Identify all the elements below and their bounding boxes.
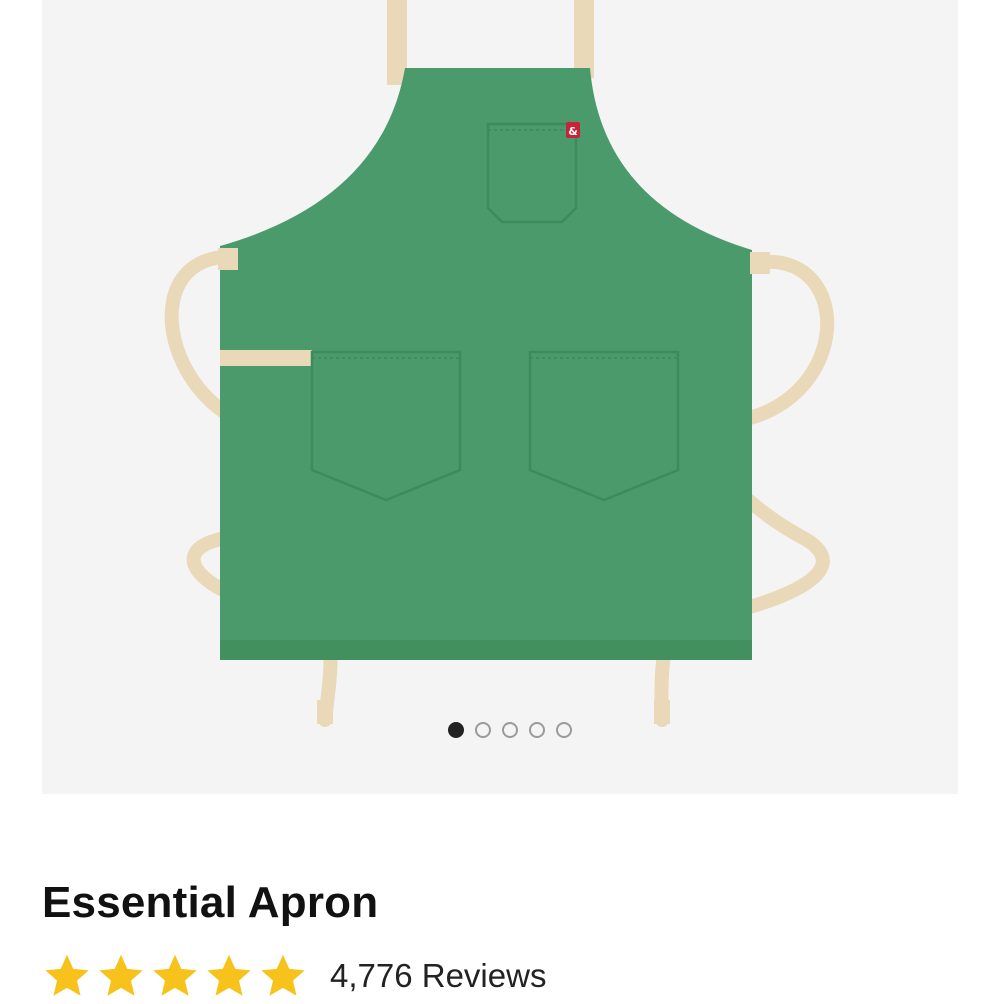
product-title: Essential Apron bbox=[42, 878, 379, 927]
reviews-link[interactable]: 4,776 Reviews bbox=[330, 957, 546, 995]
star-icon bbox=[261, 954, 305, 996]
carousel-pagination bbox=[42, 722, 958, 744]
carousel-dot-2[interactable] bbox=[475, 722, 491, 738]
carousel-dot-5[interactable] bbox=[556, 722, 572, 738]
carousel-dot-1[interactable] bbox=[448, 722, 464, 738]
product-image: & bbox=[164, 0, 835, 727]
star-icon bbox=[99, 954, 143, 996]
star-icon bbox=[153, 954, 197, 996]
product-rating: 4,776 Reviews bbox=[42, 948, 546, 1004]
star-icon bbox=[45, 954, 89, 996]
product-image-gallery[interactable]: & bbox=[42, 0, 958, 794]
ampersand-logo: & bbox=[568, 125, 578, 138]
star-icon bbox=[207, 954, 251, 996]
carousel-dot-4[interactable] bbox=[529, 722, 545, 738]
star-rating bbox=[42, 951, 308, 1001]
carousel-dot-3[interactable] bbox=[502, 722, 518, 738]
